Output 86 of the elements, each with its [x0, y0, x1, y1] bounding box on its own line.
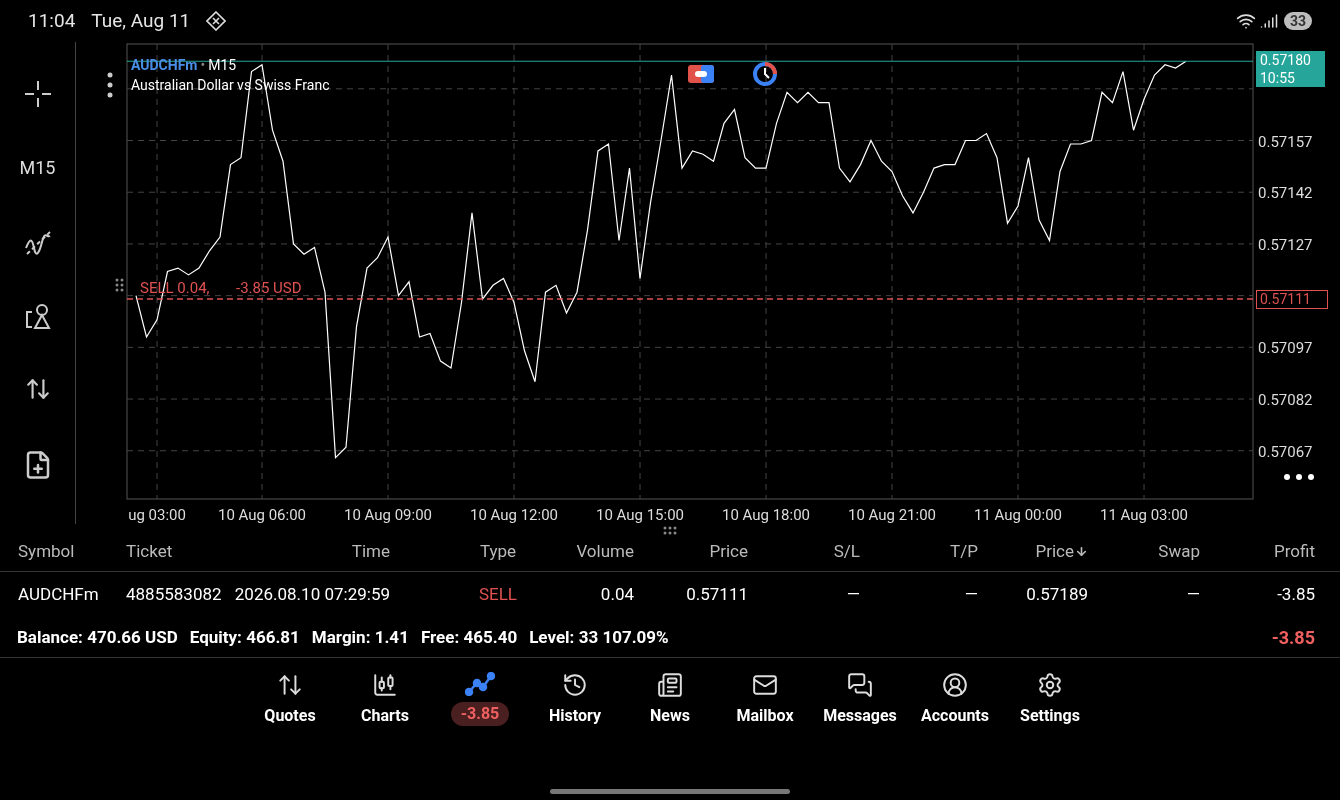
price-axis-label: 0.57067 — [1258, 442, 1313, 461]
nav-tab[interactable]: News — [622, 672, 718, 728]
shapes-icon[interactable] — [23, 302, 52, 330]
table-cell-text: 0.57189 — [1025, 583, 1089, 607]
signal-icon — [1259, 12, 1278, 30]
column-header[interactable]: T/P — [880, 538, 990, 565]
arrows-icon[interactable] — [24, 376, 51, 402]
event-marker-icon[interactable] — [688, 65, 714, 83]
table-cell-text: — — [963, 583, 979, 607]
indicator-icon[interactable] — [22, 228, 53, 256]
history-icon — [562, 672, 588, 698]
price-axis-label: 0.57082 — [1258, 391, 1313, 410]
battery-indicator: 33 — [1283, 12, 1312, 30]
profit-badge: -3.85 — [450, 702, 510, 726]
account-summary-item: Level: 33 107.09% — [529, 625, 669, 649]
nav-tab[interactable]: -3.85 — [432, 672, 528, 728]
table-cell-text: -3.85 — [1276, 583, 1316, 607]
account-summary-item: Balance: 470.66 USD — [17, 625, 178, 649]
column-header[interactable]: Time — [232, 538, 440, 565]
time-axis-label: ug 03:00 — [128, 506, 186, 524]
nav-tab[interactable]: Accounts — [907, 672, 1003, 728]
table-cell-text: 4885583082 — [125, 583, 223, 607]
table-cell-text: — — [1185, 583, 1201, 607]
clock-time: 11:04 — [28, 7, 76, 34]
timeframe-button[interactable]: M15 — [19, 154, 56, 181]
total-profit: -3.85 — [1271, 626, 1315, 650]
column-header[interactable]: Profit — [1215, 538, 1340, 565]
column-header[interactable]: Swap — [1100, 538, 1215, 565]
drag-handle-icon[interactable] — [663, 526, 677, 535]
sort-arrow-icon — [1075, 545, 1088, 558]
time-axis-label: 10 Aug 06:00 — [218, 506, 307, 524]
table-cell-text: AUDCHFm — [17, 583, 100, 607]
price-axis-label: 0.57142 — [1258, 184, 1313, 203]
bid-time: 10:55 — [1260, 69, 1296, 88]
column-header[interactable]: Price — [990, 538, 1100, 565]
column-header[interactable]: Ticket — [122, 538, 232, 565]
price-axis-label: 0.57127 — [1258, 235, 1313, 254]
time-axis-label: 10 Aug 09:00 — [344, 506, 433, 524]
time-axis-label: 10 Aug 12:00 — [470, 506, 559, 524]
column-header[interactable]: Volume — [556, 538, 636, 565]
nav-tab[interactable]: Mailbox — [717, 672, 813, 728]
menu-icon[interactable] — [107, 72, 113, 98]
wifi-icon — [1235, 11, 1256, 31]
price-axis-label: 0.57097 — [1258, 339, 1313, 358]
nav-tab[interactable]: Messages — [812, 672, 908, 728]
drag-handle-icon[interactable] — [115, 278, 124, 292]
user-icon — [942, 672, 968, 698]
candlestick-icon — [372, 672, 398, 698]
arrows-icon — [277, 672, 303, 698]
chart-title: AUDCHFm • M15 — [131, 57, 237, 73]
order-price-tag: 0.57111 — [1256, 290, 1328, 310]
account-summary-item: Free: 465.40 — [420, 625, 518, 649]
time-axis-label: 11 Aug 03:00 — [1100, 506, 1189, 524]
order-profit: -3.85 USD — [236, 279, 302, 298]
chat-icon — [847, 672, 873, 698]
column-header[interactable]: Type — [440, 538, 556, 565]
column-header[interactable]: Symbol — [0, 538, 122, 565]
account-summary-item: Margin: 1.41 — [311, 625, 409, 649]
position-row[interactable]: AUDCHFm 4885583082 2026.08.10 07:29:59 SELL 0.04 0.57111 — — 0.57189 — -3.85 — [0, 572, 1340, 618]
time-axis-label: 11 Aug 00:00 — [974, 506, 1063, 524]
nav-tab[interactable]: History — [527, 672, 623, 728]
account-summary-item: Equity: 466.81 — [189, 625, 300, 649]
table-cell-text: SELL — [477, 583, 519, 607]
table-cell-text: 0.57111 — [685, 583, 749, 607]
price-axis-label: 0.57157 — [1258, 132, 1313, 151]
clock-icon[interactable] — [753, 62, 777, 86]
time-axis-label: 10 Aug 21:00 — [848, 506, 937, 524]
diamond-icon — [206, 11, 227, 31]
time-axis-label: 10 Aug 15:00 — [596, 506, 685, 524]
line-chart-icon[interactable] — [465, 672, 495, 696]
status-date: Tue, Aug 11 — [91, 7, 191, 34]
table-cell-text: 2026.08.10 07:29:59 — [233, 583, 391, 607]
table-cell-text: 0.04 — [599, 583, 635, 607]
crosshair-icon[interactable] — [23, 80, 52, 108]
more-icon[interactable] — [1284, 474, 1314, 480]
bid-price: 0.57180 — [1260, 51, 1312, 70]
nav-tab[interactable]: Settings — [1002, 672, 1098, 728]
newspaper-icon — [657, 672, 683, 698]
mail-icon — [752, 672, 778, 698]
settings-icon — [1037, 672, 1063, 698]
column-header[interactable]: S/L — [750, 538, 880, 565]
column-header[interactable]: Price — [636, 538, 750, 565]
nav-tab[interactable]: Charts — [337, 672, 433, 728]
table-cell-text: — — [845, 583, 861, 607]
time-axis-label: 10 Aug 18:00 — [722, 506, 811, 524]
nav-tab[interactable]: Quotes — [242, 672, 338, 728]
